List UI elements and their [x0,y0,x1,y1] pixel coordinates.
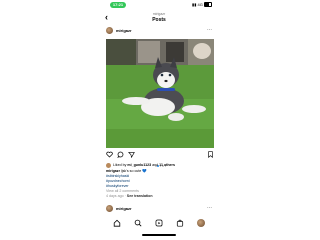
phone-screen: 17:21 ▮▮ 4G ‹ mirigazr Posts mirigazr ⋯ [100,0,218,240]
comment-icon[interactable] [117,151,124,158]
liked-by-others[interactable]: 11 others [159,163,175,167]
shop-icon[interactable] [176,219,184,227]
profile-avatar[interactable] [197,219,205,227]
see-translation-link[interactable]: See translation [127,194,153,198]
post-username[interactable]: mirigazr [116,28,132,33]
status-bar: 17:21 ▮▮ 4G [100,0,218,10]
husky-puppy-photo [106,39,214,148]
reels-icon[interactable] [155,219,163,227]
liked-by-suffix: and [151,163,160,167]
time-ago: 4 days ago [106,194,124,198]
signal-icon: ▮▮ [192,2,197,7]
post-image[interactable] [106,39,214,148]
liked-by-user[interactable]: mi_gunlu1123 [127,163,151,167]
caption-username[interactable]: mirigazr [106,169,120,173]
heart-icon[interactable] [106,151,113,158]
home-indicator [142,234,176,236]
caption-text: ljsk's so cute 💙 [119,169,147,173]
avatar[interactable] [106,27,113,34]
liker-avatar [106,162,111,168]
bookmark-icon[interactable] [207,151,214,158]
post-header: mirigazr ⋯ [106,27,212,35]
network-label: 4G [197,2,203,7]
posts-header: ‹ mirigazr Posts [100,11,218,25]
search-icon[interactable] [134,219,142,227]
post-timestamp-line: 4 days ago · See translation [106,194,153,198]
more-options-icon[interactable]: ⋯ [207,205,212,211]
more-options-icon[interactable]: ⋯ [207,27,212,33]
header-username: mirigazr [152,12,166,16]
next-post-header: mirigazr ⋯ [106,205,212,213]
liked-by-line[interactable]: Liked by mi_gunlu1123 and 11 others [106,162,214,169]
status-icons: ▮▮ 4G [192,2,212,8]
page-title: Posts [152,17,166,23]
home-icon[interactable] [113,219,121,227]
battery-icon [204,2,212,8]
bottom-tab-bar [100,216,218,230]
next-post-username[interactable]: mirigazr [116,206,132,211]
status-time: 17:21 [110,2,126,8]
post-caption: mirigazr ljsk's so cute 💙 #sibirskiyhask… [106,169,214,199]
share-icon[interactable] [128,151,135,158]
liked-by-prefix: Liked by [113,163,128,167]
avatar[interactable] [106,205,113,212]
post-actions [106,151,214,167]
